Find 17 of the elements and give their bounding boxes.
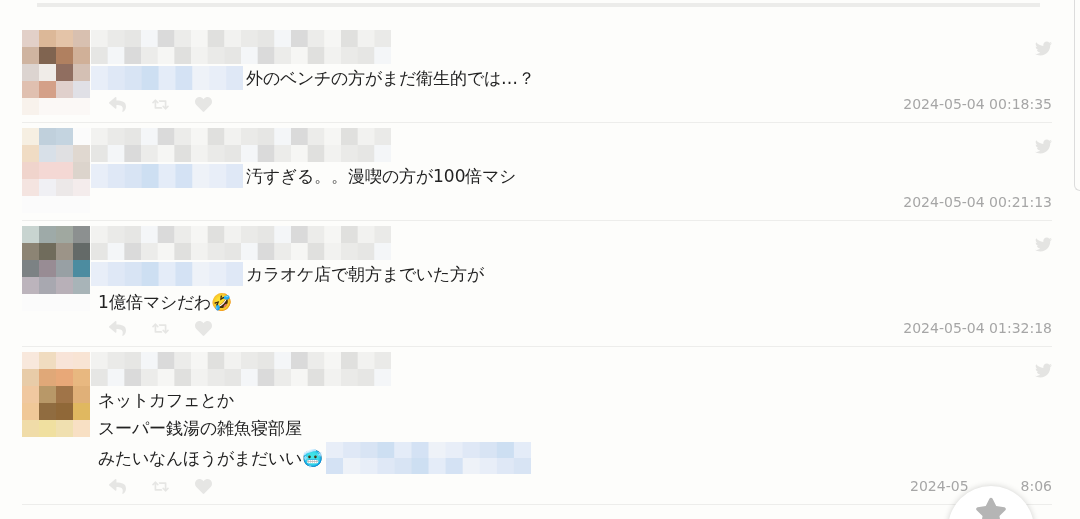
tweet-text: 外のベンチの方がまだ衛生的では…？ bbox=[246, 67, 535, 90]
tweet-text: カラオケ店で朝方までいた方が bbox=[246, 263, 484, 286]
tweet-text: スーパー銭湯の雑魚寝部屋 bbox=[98, 417, 302, 440]
bird-icon[interactable] bbox=[1035, 236, 1052, 253]
tweet-text: 1億倍マシだわ🤣 bbox=[98, 291, 232, 314]
tweet-text: 汚すぎる。。漫喫の方が100倍マシ bbox=[246, 165, 517, 188]
tweet-text: みたいなんほうがまだいい🥶 bbox=[98, 447, 323, 470]
star-icon bbox=[975, 496, 1007, 519]
bird-icon[interactable] bbox=[1035, 40, 1052, 57]
timestamp: 2024-05-04 01:32:18 bbox=[903, 320, 1052, 336]
timestamp: 8:06 bbox=[1020, 478, 1052, 494]
timestamp: 2024-05-04 00:18:35 bbox=[903, 96, 1052, 112]
tweet-text: ネットカフェとか bbox=[98, 389, 234, 412]
bird-icon[interactable] bbox=[1035, 138, 1052, 155]
timestamp: 2024-05 bbox=[910, 478, 969, 494]
timestamp: 2024-05-04 00:21:13 bbox=[903, 194, 1052, 210]
bird-icon[interactable] bbox=[1035, 362, 1052, 379]
